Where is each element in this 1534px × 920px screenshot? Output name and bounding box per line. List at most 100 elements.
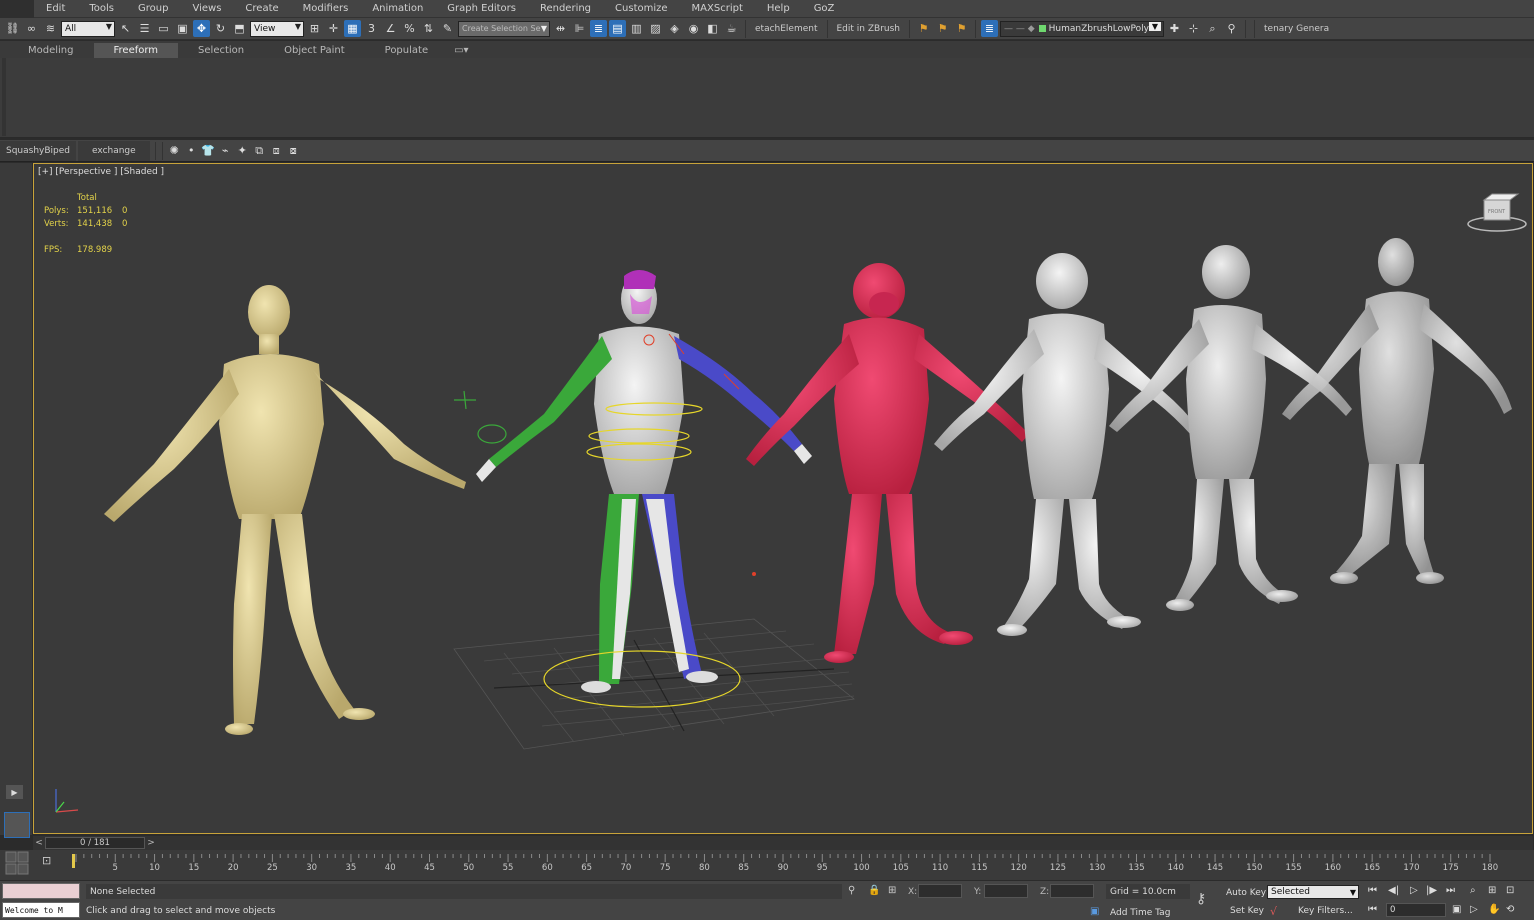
key-mode-toggle-icon[interactable]: ⏮ <box>1368 904 1377 915</box>
shelf-dot-icon[interactable]: • <box>183 142 200 159</box>
rect-selection-icon[interactable]: ▭ <box>155 20 172 37</box>
select-by-name-icon[interactable]: ☰ <box>136 20 153 37</box>
menu-animation[interactable]: Animation <box>360 3 435 14</box>
selection-filter-dropdown[interactable]: All ▼ <box>61 20 115 37</box>
time-slider-next[interactable]: > <box>145 838 157 848</box>
rigged-biped-mesh[interactable] <box>454 270 812 708</box>
scene-explorer-icon[interactable]: ▤ <box>609 20 626 37</box>
pan-icon[interactable]: ✋ <box>1488 904 1500 915</box>
zoom-icon[interactable]: ⌕ <box>1470 885 1476 896</box>
goz-all-icon[interactable]: ⚑ <box>934 20 951 37</box>
shelf-shirt-icon[interactable]: 👕 <box>200 142 217 159</box>
time-cursor[interactable] <box>72 854 75 868</box>
chimp-mesh-grey-1[interactable] <box>934 253 1199 636</box>
named-selection-dropdown[interactable]: Create Selection Se ▼ <box>458 20 550 37</box>
ribbon-options-icon[interactable]: ▭▾ <box>448 43 474 58</box>
layer-set-current-icon[interactable]: ⚲ <box>1223 20 1240 37</box>
unlink-icon[interactable]: ∞ <box>23 20 40 37</box>
select-object-icon[interactable]: ↖ <box>117 20 134 37</box>
app-logo[interactable] <box>0 0 34 18</box>
maxscript-listener-mini[interactable] <box>2 883 80 899</box>
go-to-end-icon[interactable]: ⏭ <box>1446 885 1455 896</box>
material-editor-icon[interactable]: ◉ <box>685 20 702 37</box>
catenary-generator-button[interactable]: tenary Genera <box>1260 24 1333 34</box>
rotate-tool-icon[interactable]: ↻ <box>212 20 229 37</box>
y-coordinate-field[interactable] <box>984 884 1028 898</box>
shelf-brush-icon[interactable]: ⌁ <box>217 142 234 159</box>
goz-visible-icon[interactable]: ⚑ <box>953 20 970 37</box>
menu-goz[interactable]: GoZ <box>802 3 847 14</box>
pivot-center-icon[interactable]: ⊞ <box>306 20 323 37</box>
menu-edit[interactable]: Edit <box>34 3 77 14</box>
menu-modifiers[interactable]: Modifiers <box>291 3 361 14</box>
shelf-tool-icon[interactable]: ✺ <box>166 142 183 159</box>
layer-highlight-icon[interactable]: ⌕ <box>1204 20 1221 37</box>
viewport-layout-icon[interactable] <box>4 850 30 878</box>
menu-customize[interactable]: Customize <box>603 3 680 14</box>
time-slider-prev[interactable]: < <box>33 838 45 848</box>
tab-freeform[interactable]: Freeform <box>93 43 179 58</box>
menu-maxscript[interactable]: MAXScript <box>680 3 755 14</box>
time-slider-thumb[interactable]: 0 / 181 <box>45 837 145 849</box>
window-crossing-icon[interactable]: ▣ <box>174 20 191 37</box>
x-coordinate-field[interactable] <box>918 884 962 898</box>
chimp-mesh-grey-2[interactable] <box>1109 245 1352 611</box>
menu-create[interactable]: Create <box>233 3 290 14</box>
timeline-ruler[interactable]: 5 10 15 20 25 30 35 40 45 50 55 60 65 70 75 80 85 90 95 100… <box>72 854 1534 876</box>
play-animation-icon[interactable]: ▷ <box>1410 885 1418 896</box>
set-key-icon[interactable]: √ <box>1270 905 1277 918</box>
tab-object-paint[interactable]: Object Paint <box>264 43 365 58</box>
menu-graph-editors[interactable]: Graph Editors <box>435 3 528 14</box>
select-manipulate-icon[interactable]: ✛ <box>325 20 342 37</box>
render-setup-icon[interactable]: ◧ <box>704 20 721 37</box>
goz-icon[interactable]: ⚑ <box>915 20 932 37</box>
tab-populate[interactable]: Populate <box>365 43 448 58</box>
mini-curve-editor-icon[interactable]: ⊡ <box>42 854 51 867</box>
menu-rendering[interactable]: Rendering <box>528 3 603 14</box>
zoom-extents-icon[interactable]: ⊡ <box>1506 885 1514 896</box>
viewport-label[interactable]: [+] [Perspective ] [Shaded ] <box>38 167 164 177</box>
zoom-all-icon[interactable]: ⊞ <box>1488 885 1496 896</box>
menu-views[interactable]: Views <box>180 3 233 14</box>
menu-tools[interactable]: Tools <box>77 3 126 14</box>
viewport-layout-button[interactable] <box>4 812 30 838</box>
next-frame-icon[interactable]: |▶ <box>1426 885 1437 896</box>
snaps-toggle-icon[interactable]: 3 <box>363 20 380 37</box>
chimp-mesh-selected[interactable] <box>746 263 1029 663</box>
absolute-mode-icon[interactable]: ⊞ <box>888 885 896 896</box>
auto-key-button[interactable]: Auto Key <box>1226 888 1266 898</box>
prev-frame-icon[interactable]: ◀| <box>1388 885 1399 896</box>
field-of-view-icon[interactable]: ▷ <box>1470 904 1478 915</box>
key-icon[interactable]: ⚷ <box>1196 891 1206 907</box>
render-icon[interactable]: ☕ <box>723 20 740 37</box>
time-slider[interactable]: < 0 / 181 > <box>33 836 1533 850</box>
tab-modeling[interactable]: Modeling <box>8 43 94 58</box>
shelf-tab-squashybiped[interactable]: SquashyBiped <box>0 140 77 161</box>
angle-snap-icon[interactable]: ∠ <box>382 20 399 37</box>
edit-named-selection-icon[interactable]: ✎ <box>439 20 456 37</box>
keyboard-shortcut-override-icon[interactable]: ▦ <box>344 20 361 37</box>
layer-manager-icon[interactable]: ≣ <box>590 20 607 37</box>
orbit-icon[interactable]: ⟲ <box>1506 904 1514 915</box>
set-key-button[interactable]: Set Key <box>1230 906 1264 916</box>
isolate-selection-icon[interactable]: ⚲ <box>848 885 855 896</box>
play-icon[interactable]: ▶ <box>6 785 23 799</box>
layer-dropdown[interactable]: — — ◆ HumanZbrushLowPoly ▼ <box>1000 20 1164 37</box>
selection-lock-icon[interactable]: 🔒 <box>868 885 880 896</box>
scale-tool-icon[interactable]: ⬒ <box>231 20 248 37</box>
go-to-start-icon[interactable]: ⏮ <box>1368 885 1377 896</box>
align-icon[interactable]: ⊫ <box>571 20 588 37</box>
maxscript-input[interactable]: Welcome to M <box>2 902 80 918</box>
curve-editor-icon[interactable]: ▨ <box>647 20 664 37</box>
percent-snap-icon[interactable]: % <box>401 20 418 37</box>
tab-selection[interactable]: Selection <box>178 43 264 58</box>
shelf-wand-icon[interactable]: ✦ <box>234 142 251 159</box>
spinner-snap-icon[interactable]: ⇅ <box>420 20 437 37</box>
shelf-frame-icon[interactable]: ⧇ <box>285 142 302 159</box>
shelf-export-icon[interactable]: ⧉ <box>251 142 268 159</box>
link-icon[interactable]: ⛓ <box>4 20 21 37</box>
reference-coord-dropdown[interactable]: View ▼ <box>250 20 304 37</box>
time-tag-icon[interactable]: ▣ <box>1090 906 1099 917</box>
edit-in-zbrush-button[interactable]: Edit in ZBrush <box>833 24 905 34</box>
perspective-viewport[interactable]: [+] [Perspective ] [Shaded ] Total Polys… <box>33 163 1533 834</box>
